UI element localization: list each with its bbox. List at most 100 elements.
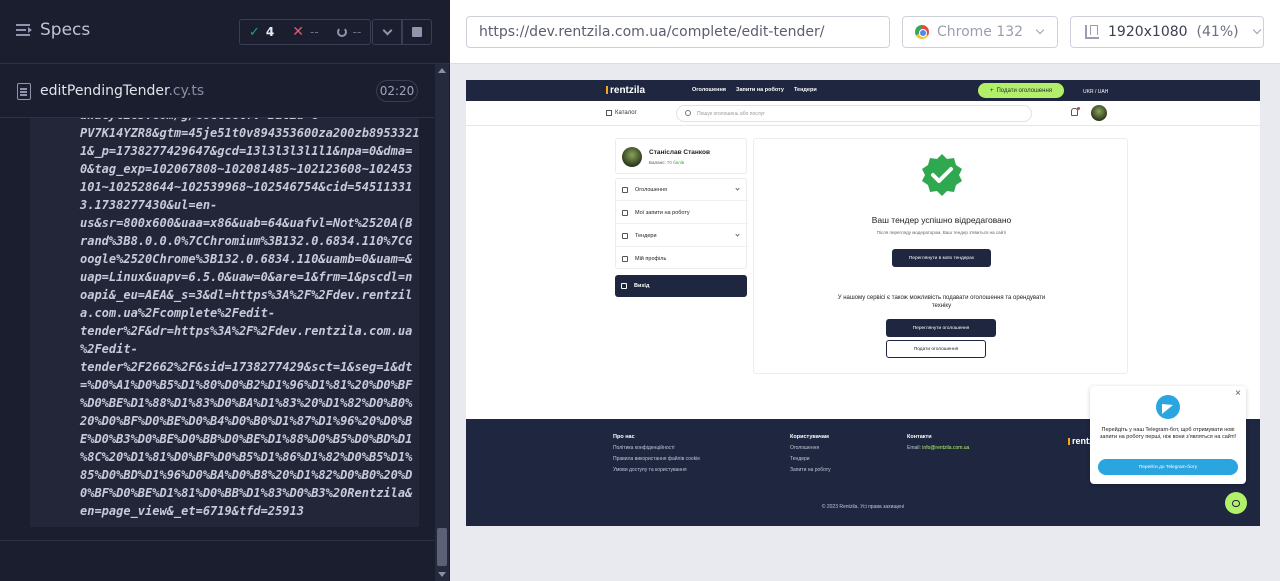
chat-button[interactable] (1225, 492, 1247, 514)
bell-icon[interactable] (1071, 107, 1080, 116)
email-link[interactable]: info@rentzila.com.ua (922, 445, 969, 451)
footer-link[interactable]: Політика конфіденційності (613, 445, 700, 451)
profile-balance: Баланс: 70 балів (649, 160, 684, 165)
logout-icon (621, 283, 627, 289)
chevron-down-icon (735, 186, 740, 191)
footer-heading: Про нас (613, 434, 635, 440)
close-icon[interactable]: × (1235, 389, 1241, 399)
promo-text: У нашому сервісі є також можливість пода… (837, 295, 1046, 309)
menu-item-job-requests[interactable]: Мої запити на роботу (616, 202, 748, 224)
x-icon: ✕ (292, 24, 304, 40)
telegram-text: Перейдіть у наш Telegram-бот, щоб отриму… (1099, 427, 1237, 440)
specs-list-icon (16, 23, 32, 37)
user-avatar[interactable] (1091, 105, 1107, 121)
request-url-text: analytics.com/g/collect?v=2&tid=G- PV7K1… (80, 118, 419, 518)
passed-value: 4 (265, 25, 275, 39)
chevron-down-icon (1035, 25, 1045, 35)
footer-about: Про нас Політика конфіденційності Правил… (613, 434, 700, 478)
reporter-panel: Specs ✓ 4 ✕ -- -- editPendingTender.cy.t… (0, 0, 450, 581)
footer-link[interactable]: Умови доступу та користування (613, 467, 700, 473)
view-my-tenders-button[interactable]: Переглянути в моїх тендерах (892, 249, 991, 267)
site-subheader: Каталог Пошук оголошень або послуг (466, 101, 1260, 126)
logout-button[interactable]: Вихід (615, 275, 747, 297)
stop-button[interactable] (402, 19, 432, 45)
spec-file-ext: .cy.ts (168, 83, 205, 99)
scroll-up-arrow-icon[interactable] (438, 68, 446, 73)
briefcase-icon (622, 210, 628, 216)
plus-icon: + (989, 87, 994, 94)
passed-count: ✓ 4 (240, 20, 283, 44)
pending-value: -- (352, 25, 362, 39)
success-card: Ваш тендер успішно відредаговано Після п… (753, 138, 1128, 374)
footer-link[interactable]: Тендери (790, 456, 831, 462)
nav-tenders[interactable]: Тендери (794, 87, 817, 93)
view-ads-button[interactable]: Переглянути оголошення (886, 319, 996, 337)
spec-file-row[interactable]: editPendingTender.cy.ts (0, 64, 434, 118)
browser-selector[interactable]: Chrome 132 (902, 16, 1058, 48)
catalog-label: Каталог (615, 110, 637, 116)
footer-users: Користувачам Оголошення Тендери Запити н… (790, 434, 831, 478)
chat-icon (1232, 499, 1240, 507)
grid-icon (606, 110, 612, 116)
footer-email: Email: info@rentzila.com.ua (907, 445, 969, 451)
viewport-info[interactable]: 1920x1080 (41%) (1070, 16, 1264, 48)
profile-menu: Оголошення Мої запити на роботу Тендери … (615, 178, 748, 270)
footer-heading: Користувачам (790, 434, 829, 440)
telegram-icon (1156, 395, 1180, 419)
footer-heading: Контакти (907, 434, 932, 440)
site-logo[interactable]: rentzila (606, 85, 645, 96)
site-header: rentzila Оголошення Запити на роботу Тен… (466, 80, 1260, 101)
menu-item-tenders[interactable]: Тендери (616, 225, 748, 247)
logout-label: Вихід (634, 283, 650, 289)
menu-label: Мій профіль (635, 256, 667, 262)
aut-header: https://dev.rentzila.com.ua/complete/edi… (450, 0, 1280, 64)
nav-job-requests[interactable]: Запити на роботу (736, 87, 784, 93)
divider (0, 540, 434, 541)
pending-icon (336, 27, 347, 37)
reporter-header: Specs ✓ 4 ✕ -- -- (0, 0, 450, 64)
profile-card: Станіслав Станков Баланс: 70 балів (615, 138, 747, 174)
submit-ad-header-button[interactable]: + Подати оголошення (978, 83, 1064, 98)
menu-label: Оголошення (635, 186, 667, 193)
ruler-icon (1085, 25, 1099, 39)
user-icon (622, 256, 628, 262)
email-label: Email: (907, 445, 921, 451)
specs-toggle[interactable]: Specs (16, 20, 90, 40)
spec-file-name: editPendingTender.cy.ts (40, 83, 204, 99)
copyright: © 2023 Rentzila. Усі права захищені (821, 504, 905, 510)
chevron-down-icon (382, 25, 392, 35)
tender-icon (622, 233, 628, 239)
menu-item-profile[interactable]: Мій профіль (616, 248, 748, 270)
menu-item-ads[interactable]: Оголошення (616, 179, 748, 201)
reporter-scrollbar[interactable] (435, 64, 449, 581)
scroll-down-arrow-icon[interactable] (438, 572, 446, 577)
language-currency[interactable]: UKR / UAH (1083, 89, 1108, 95)
scrollbar-thumb[interactable] (437, 528, 447, 566)
nav-ads[interactable]: Оголошення (692, 87, 726, 93)
run-stats: ✓ 4 ✕ -- -- (239, 19, 372, 45)
search-icon (685, 110, 691, 116)
options-dropdown-button[interactable] (372, 19, 402, 45)
menu-label: Мої запити на роботу (635, 209, 690, 216)
file-icon (17, 83, 31, 100)
failed-count: ✕ -- (283, 20, 327, 44)
stop-icon (412, 27, 422, 37)
spec-file-basename: editPendingTender (40, 83, 169, 99)
telegram-button[interactable]: Перейти до Telegram-боту (1098, 459, 1238, 475)
avatar (622, 147, 642, 167)
footer-link[interactable]: Запити на роботу (790, 467, 831, 473)
profile-name: Станіслав Станков (649, 149, 710, 156)
catalog-button[interactable]: Каталог (606, 110, 637, 116)
footer-link[interactable]: Оголошення (790, 445, 831, 451)
footer-link[interactable]: Правила використання файлів cookie (613, 456, 700, 462)
submit-ad-label: Подати оголошення (996, 87, 1053, 94)
submit-ad-button[interactable]: Подати оголошення (886, 340, 986, 358)
aut-url-field[interactable]: https://dev.rentzila.com.ua/complete/edi… (466, 16, 890, 48)
failed-value: -- (310, 25, 319, 39)
footer-contacts: Контакти Email: info@rentzila.com.ua (907, 434, 969, 456)
site-nav: Оголошення Запити на роботу Тендери (692, 87, 817, 93)
cypress-runner: Specs ✓ 4 ✕ -- -- editPendingTender.cy.t… (0, 0, 1280, 581)
balance-value: 70 балів (666, 160, 685, 165)
site-search-input[interactable]: Пошук оголошень або послуг (676, 105, 1032, 122)
chevron-down-icon (735, 232, 740, 237)
